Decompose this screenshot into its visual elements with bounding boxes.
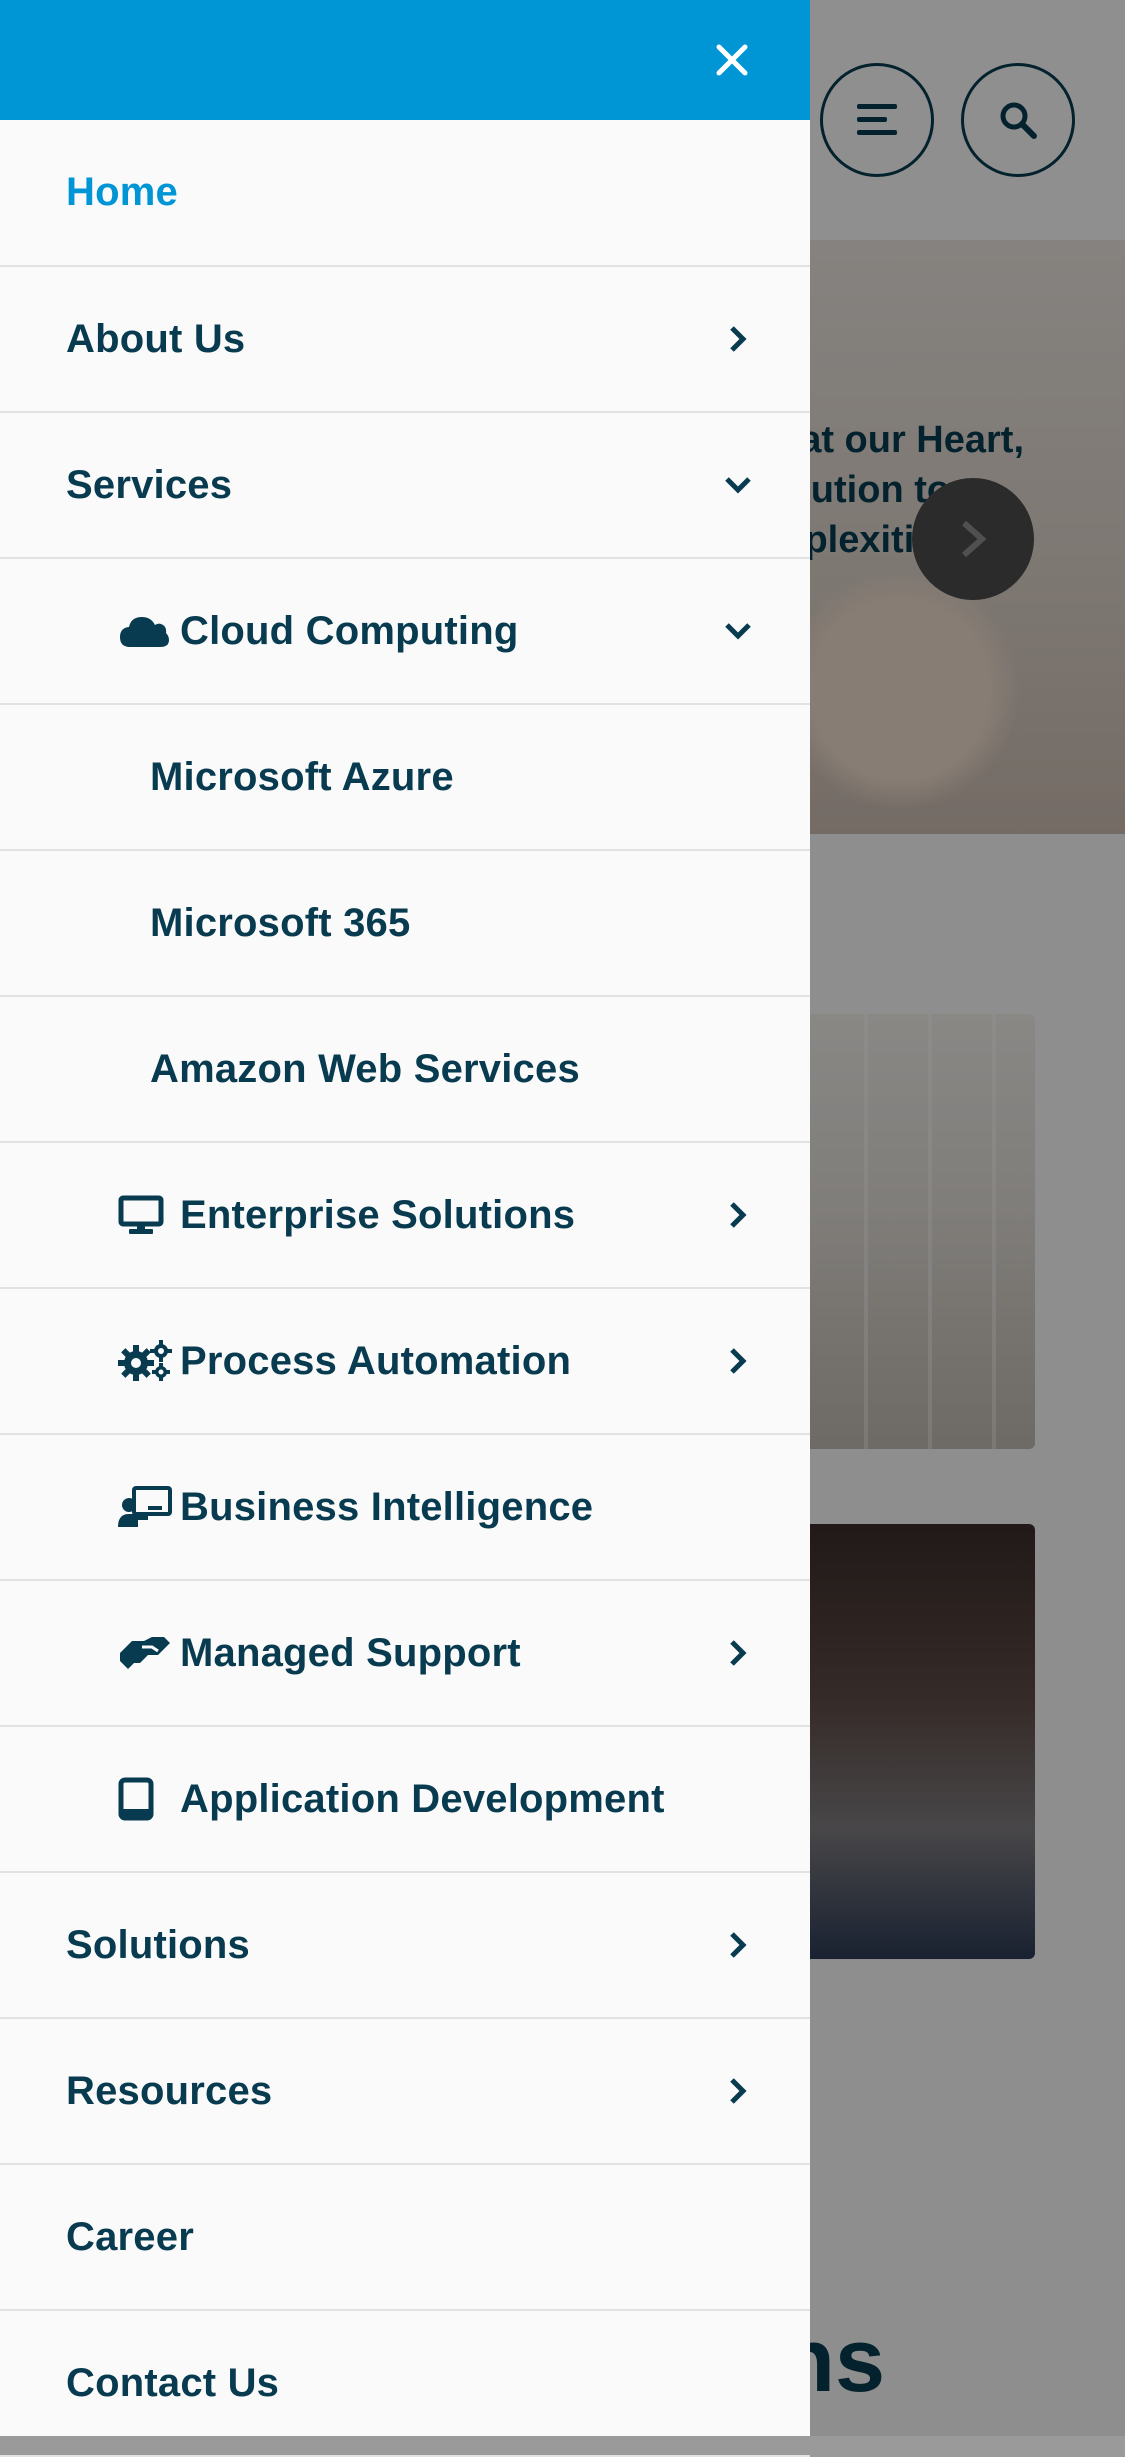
gears-icon <box>118 1339 174 1383</box>
menu-item-label: Home <box>66 170 178 214</box>
menu-item-label: About Us <box>66 316 246 361</box>
menu-item-label: Amazon Web Services <box>150 1046 580 1091</box>
cloud-icon <box>118 613 174 649</box>
drawer-menu: Home About Us Services Cloud Computing Micro… <box>0 120 810 2457</box>
menu-item-cloud-computing[interactable]: Cloud Computing <box>0 559 810 705</box>
menu-item-amazon-web-services[interactable]: Amazon Web Services <box>0 997 810 1143</box>
expand-toggle[interactable] <box>718 1195 758 1235</box>
expand-toggle[interactable] <box>718 1341 758 1381</box>
menu-item-label: Process Automation <box>180 1338 572 1383</box>
menu-item-label: Solutions <box>66 1922 251 1967</box>
menu-item-label: Business Intelligence <box>180 1484 594 1529</box>
menu-item-label: Enterprise Solutions <box>180 1192 576 1237</box>
expand-toggle[interactable] <box>718 2071 758 2111</box>
tablet-icon <box>118 1777 174 1821</box>
expand-toggle[interactable] <box>718 611 758 651</box>
menu-item-solutions[interactable]: Solutions <box>0 1873 810 2019</box>
menu-item-about-us[interactable]: About Us <box>0 267 810 413</box>
menu-item-microsoft-365[interactable]: Microsoft 365 <box>0 851 810 997</box>
chevron-down-icon <box>725 477 751 494</box>
chevron-right-icon <box>730 2078 747 2104</box>
menu-item-business-intelligence[interactable]: Business Intelligence <box>0 1435 810 1581</box>
expand-toggle[interactable] <box>718 319 758 359</box>
menu-item-contact-us[interactable]: Contact Us <box>0 2311 810 2457</box>
menu-item-process-automation[interactable]: Process Automation <box>0 1289 810 1435</box>
menu-item-label: Resources <box>66 2068 273 2113</box>
drawer-header <box>0 0 810 120</box>
menu-item-enterprise-solutions[interactable]: Enterprise Solutions <box>0 1143 810 1289</box>
menu-item-resources[interactable]: Resources <box>0 2019 810 2165</box>
menu-item-label: Application Development <box>180 1776 665 1821</box>
close-button[interactable] <box>700 30 764 90</box>
close-icon <box>716 44 748 76</box>
chevron-right-icon <box>730 1640 747 1666</box>
menu-item-label: Microsoft 365 <box>150 900 411 945</box>
desktop-icon <box>118 1195 174 1235</box>
expand-toggle[interactable] <box>718 1633 758 1673</box>
menu-item-label: Cloud Computing <box>180 608 519 653</box>
side-drawer: Home About Us Services Cloud Computing Micro… <box>0 0 810 2457</box>
handshake-icon <box>118 1633 174 1673</box>
menu-item-microsoft-azure[interactable]: Microsoft Azure <box>0 705 810 851</box>
menu-item-application-development[interactable]: Application Development <box>0 1727 810 1873</box>
menu-item-label: Managed Support <box>180 1630 521 1675</box>
menu-item-services[interactable]: Services <box>0 413 810 559</box>
expand-toggle[interactable] <box>718 465 758 505</box>
chevron-right-icon <box>730 326 747 352</box>
menu-item-managed-support[interactable]: Managed Support <box>0 1581 810 1727</box>
menu-item-label: Services <box>66 462 233 507</box>
expand-toggle[interactable] <box>718 1925 758 1965</box>
chevron-right-icon <box>730 1932 747 1958</box>
chevron-right-icon <box>730 1348 747 1374</box>
menu-item-home[interactable]: Home <box>0 120 810 267</box>
menu-item-label: Career <box>66 2214 194 2259</box>
chevron-right-icon <box>730 1202 747 1228</box>
chalkboard-teacher-icon <box>118 1485 174 1529</box>
menu-item-label: Microsoft Azure <box>150 754 454 799</box>
menu-item-career[interactable]: Career <box>0 2165 810 2311</box>
chevron-down-icon <box>725 623 751 640</box>
menu-item-label: Contact Us <box>66 2360 280 2405</box>
